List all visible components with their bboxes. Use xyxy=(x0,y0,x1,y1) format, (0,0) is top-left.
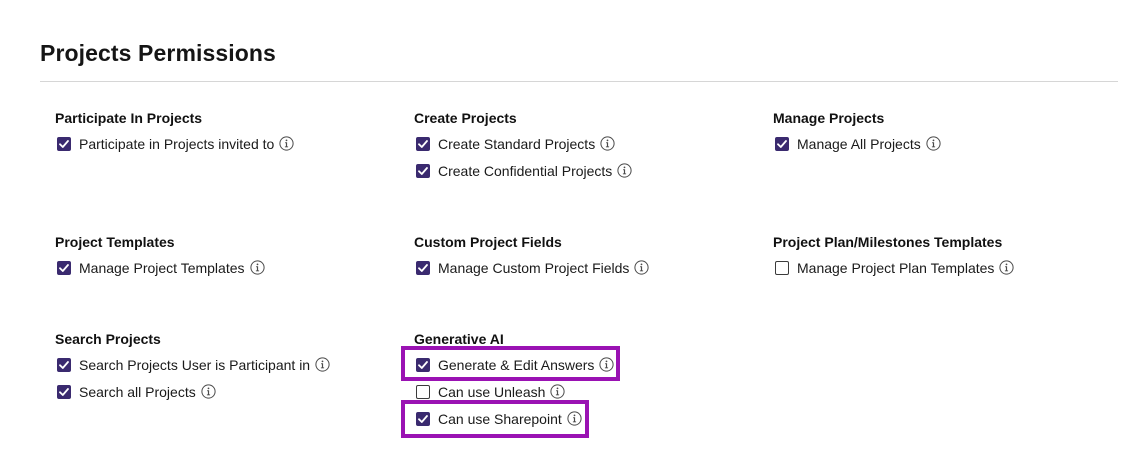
info-icon[interactable] xyxy=(279,136,294,151)
permission-label: Can use Sharepoint xyxy=(438,410,562,427)
info-icon[interactable] xyxy=(567,411,582,426)
group-title: Search Projects xyxy=(55,331,161,347)
info-icon[interactable] xyxy=(999,260,1015,275)
group-project-plan-milestones-templates: Project Plan/Milestones Templates Manage… xyxy=(773,233,1015,284)
group-title: Create Projects xyxy=(414,110,517,126)
permission-label: Search Projects User is Participant in xyxy=(79,356,311,373)
checkbox-unchecked[interactable] xyxy=(775,260,789,275)
permission-manage-custom-project-fields[interactable]: Manage Custom Project Fields xyxy=(414,257,650,278)
info-icon[interactable] xyxy=(201,384,216,399)
permission-label: Manage All Projects xyxy=(797,135,921,152)
checkbox-checked[interactable] xyxy=(57,357,71,372)
permission-label: Create Standard Projects xyxy=(438,135,596,152)
group-title: Project Templates xyxy=(55,234,175,250)
permission-label: Manage Project Templates xyxy=(79,259,245,276)
info-icon[interactable] xyxy=(600,136,615,151)
checkbox-checked[interactable] xyxy=(416,260,430,275)
permission-label: Manage Custom Project Fields xyxy=(438,259,630,276)
permission-create-confidential-projects[interactable]: Create Confidential Projects xyxy=(414,160,632,181)
group-manage-projects: Manage Projects Manage All Projects xyxy=(773,109,941,160)
group-project-templates: Project Templates Manage Project Templat… xyxy=(55,233,265,284)
permission-search-projects-user-is-participant-in[interactable]: Search Projects User is Participant in xyxy=(55,354,330,375)
permission-can-use-unleash[interactable]: Can use Unleash xyxy=(414,381,614,402)
permission-label: Participate in Projects invited to xyxy=(79,135,275,152)
checkbox-checked[interactable] xyxy=(57,384,71,399)
group-title: Project Plan/Milestones Templates xyxy=(773,234,1003,250)
group-title: Generative AI xyxy=(414,331,504,347)
checkbox-checked[interactable] xyxy=(416,136,430,151)
permission-label: Search all Projects xyxy=(79,383,196,400)
info-icon[interactable] xyxy=(550,384,566,399)
permission-can-use-sharepoint[interactable]: Can use Sharepoint xyxy=(414,408,614,429)
group-create-projects: Create Projects Create Standard Projects… xyxy=(414,109,632,187)
permission-manage-project-plan-templates[interactable]: Manage Project Plan Templates xyxy=(773,257,1015,278)
info-icon[interactable] xyxy=(617,163,632,178)
group-custom-project-fields: Custom Project Fields Manage Custom Proj… xyxy=(414,233,650,284)
permission-label: Manage Project Plan Templates xyxy=(797,259,995,276)
permission-generate-edit-answers[interactable]: Generate & Edit Answers xyxy=(414,354,615,375)
group-title: Custom Project Fields xyxy=(414,234,562,250)
info-icon[interactable] xyxy=(599,357,615,372)
checkbox-checked[interactable] xyxy=(416,357,430,372)
group-title: Participate In Projects xyxy=(55,110,203,126)
permission-label: Create Confidential Projects xyxy=(438,162,613,179)
title-divider xyxy=(40,81,1118,82)
checkbox-checked[interactable] xyxy=(57,260,71,275)
permission-manage-all-projects[interactable]: Manage All Projects xyxy=(773,133,941,154)
permission-label: Generate & Edit Answers xyxy=(438,356,595,373)
checkbox-checked[interactable] xyxy=(416,411,430,426)
group-participate-in-projects: Participate In Projects Participate in P… xyxy=(55,109,294,160)
permission-participate-in-projects-invited-to[interactable]: Participate in Projects invited to xyxy=(55,133,294,154)
checkbox-checked[interactable] xyxy=(416,163,430,178)
page-title: Projects Permissions xyxy=(40,40,276,66)
group-search-projects: Search Projects Search Projects User is … xyxy=(55,330,330,408)
info-icon[interactable] xyxy=(634,260,650,275)
group-generative-ai: Generative AI Generate & Edit Answers Ca… xyxy=(414,330,615,435)
checkbox-checked[interactable] xyxy=(775,136,789,151)
checkbox-unchecked[interactable] xyxy=(416,384,430,399)
group-title: Manage Projects xyxy=(773,110,885,126)
info-icon[interactable] xyxy=(926,136,941,151)
info-icon[interactable] xyxy=(315,357,330,372)
permission-create-standard-projects[interactable]: Create Standard Projects xyxy=(414,133,632,154)
permission-search-all-projects[interactable]: Search all Projects xyxy=(55,381,330,402)
checkbox-checked[interactable] xyxy=(57,136,71,151)
info-icon[interactable] xyxy=(249,260,265,275)
permission-manage-project-templates[interactable]: Manage Project Templates xyxy=(55,257,265,278)
permission-label: Can use Unleash xyxy=(438,383,546,400)
